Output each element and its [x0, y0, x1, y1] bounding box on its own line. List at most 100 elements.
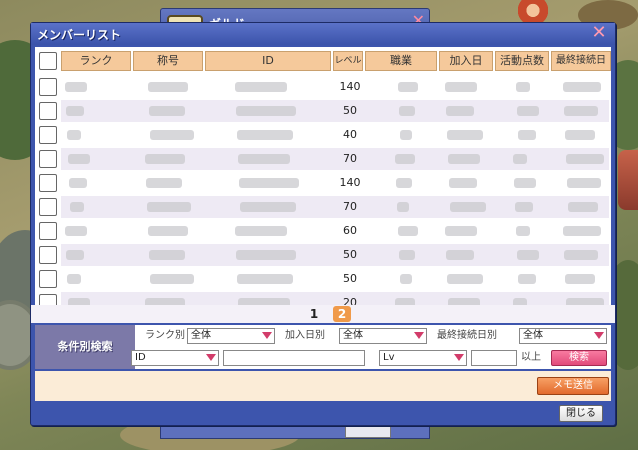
- title-bar[interactable]: メンバーリスト ✕: [31, 23, 615, 45]
- redacted-cell: [238, 154, 290, 164]
- member-checkbox[interactable]: [39, 102, 57, 120]
- chevron-down-icon: [454, 354, 464, 361]
- redacted-cell: [149, 250, 185, 260]
- redacted-cell: [67, 130, 81, 140]
- redacted-cell: [235, 226, 287, 236]
- redacted-cell: [517, 106, 539, 116]
- redacted-cell: [145, 154, 185, 164]
- table-row[interactable]: 50: [61, 244, 609, 266]
- member-level: 140: [339, 176, 361, 189]
- condition-search: 条件別検索 ランク別 全体 加入日別 全体 最終接続日別 全体 ID Lv 以上…: [35, 325, 611, 369]
- member-checkbox[interactable]: [39, 222, 57, 240]
- guild-window-bottom: [160, 425, 430, 439]
- level-input[interactable]: [471, 350, 517, 366]
- chevron-down-icon: [594, 332, 604, 339]
- column-header-last-login[interactable]: 最終接続日: [551, 51, 611, 71]
- redacted-cell: [148, 226, 188, 236]
- redacted-cell: [236, 250, 296, 260]
- redacted-cell: [236, 106, 296, 116]
- redacted-cell: [567, 178, 601, 188]
- table-row[interactable]: 60: [61, 220, 609, 242]
- redacted-cell: [446, 106, 474, 116]
- guild-bottom-button[interactable]: [345, 426, 391, 438]
- member-checkbox[interactable]: [39, 78, 57, 96]
- redacted-cell: [67, 274, 81, 284]
- redacted-cell: [395, 154, 415, 164]
- last-login-filter-select[interactable]: 全体: [519, 328, 607, 344]
- rank-filter-select[interactable]: 全体: [187, 328, 275, 344]
- column-header-title[interactable]: 称号: [133, 51, 203, 71]
- redacted-cell: [398, 82, 418, 92]
- redacted-cell: [150, 130, 194, 140]
- redacted-cell: [397, 202, 409, 212]
- redacted-cell: [148, 82, 188, 92]
- member-level: 140: [339, 80, 361, 93]
- redacted-cell: [516, 226, 530, 236]
- redacted-cell: [147, 202, 191, 212]
- search-text-input[interactable]: [223, 350, 365, 366]
- redacted-cell: [563, 226, 601, 236]
- memo-bar: メモ送信: [35, 371, 611, 401]
- member-list-window: メンバーリスト ✕ ランク 称号 ID レベル 職業 加入日 活動点数 最終接続…: [30, 22, 616, 426]
- redacted-cell: [446, 250, 474, 260]
- send-memo-button[interactable]: メモ送信: [537, 377, 609, 395]
- search-section-label: 条件別検索: [35, 325, 135, 369]
- redacted-cell: [400, 130, 412, 140]
- rank-filter-label: ランク別: [145, 330, 185, 341]
- member-level: 70: [343, 152, 357, 165]
- redacted-cell: [517, 250, 539, 260]
- member-level: 40: [343, 128, 357, 141]
- join-filter-select[interactable]: 全体: [339, 328, 427, 344]
- close-button[interactable]: 閉じる: [559, 405, 603, 422]
- table-row[interactable]: 140: [61, 172, 609, 194]
- level-select[interactable]: Lv: [379, 350, 467, 366]
- redacted-cell: [513, 154, 527, 164]
- column-header-id[interactable]: ID: [205, 51, 331, 71]
- redacted-cell: [447, 274, 483, 284]
- select-all-checkbox[interactable]: [39, 52, 57, 70]
- table-row[interactable]: 50: [61, 268, 609, 290]
- member-checkbox[interactable]: [39, 126, 57, 144]
- redacted-cell: [568, 202, 598, 212]
- search-button[interactable]: 検索: [551, 350, 607, 366]
- pagination: 1 2: [31, 305, 615, 323]
- chevron-down-icon: [262, 332, 272, 339]
- member-checkbox[interactable]: [39, 270, 57, 288]
- redacted-cell: [518, 274, 536, 284]
- rank-filter-value: 全体: [191, 330, 211, 341]
- member-level: 50: [343, 272, 357, 285]
- member-level: 50: [343, 104, 357, 117]
- member-level: 50: [343, 248, 357, 261]
- table-row[interactable]: 40: [61, 124, 609, 146]
- redacted-cell: [398, 226, 418, 236]
- member-checkbox[interactable]: [39, 150, 57, 168]
- search-field-select[interactable]: ID: [131, 350, 219, 366]
- column-header-level[interactable]: レベル: [333, 51, 363, 71]
- member-checkbox[interactable]: [39, 198, 57, 216]
- join-filter-value: 全体: [343, 330, 363, 341]
- close-icon[interactable]: ✕: [589, 23, 609, 43]
- column-header-activity[interactable]: 活動点数: [495, 51, 549, 71]
- column-header-rank[interactable]: ランク: [61, 51, 131, 71]
- table-row[interactable]: 140: [61, 76, 609, 98]
- redacted-cell: [396, 178, 412, 188]
- table-row[interactable]: 70: [61, 148, 609, 170]
- redacted-cell: [565, 274, 595, 284]
- redacted-cell: [447, 130, 483, 140]
- redacted-cell: [70, 202, 84, 212]
- table-row[interactable]: 70: [61, 196, 609, 218]
- member-checkbox[interactable]: [39, 174, 57, 192]
- table-row[interactable]: 50: [61, 100, 609, 122]
- last-login-filter-value: 全体: [523, 330, 543, 341]
- page-2-link[interactable]: 2: [333, 306, 351, 322]
- column-header-job[interactable]: 職業: [365, 51, 437, 71]
- redacted-cell: [239, 178, 299, 188]
- member-level: 60: [343, 224, 357, 237]
- column-header-join-date[interactable]: 加入日: [439, 51, 493, 71]
- redacted-cell: [448, 154, 480, 164]
- redacted-cell: [564, 250, 598, 260]
- redacted-cell: [66, 106, 84, 116]
- page-1-link[interactable]: 1: [305, 306, 323, 322]
- redacted-cell: [69, 178, 87, 188]
- member-checkbox[interactable]: [39, 246, 57, 264]
